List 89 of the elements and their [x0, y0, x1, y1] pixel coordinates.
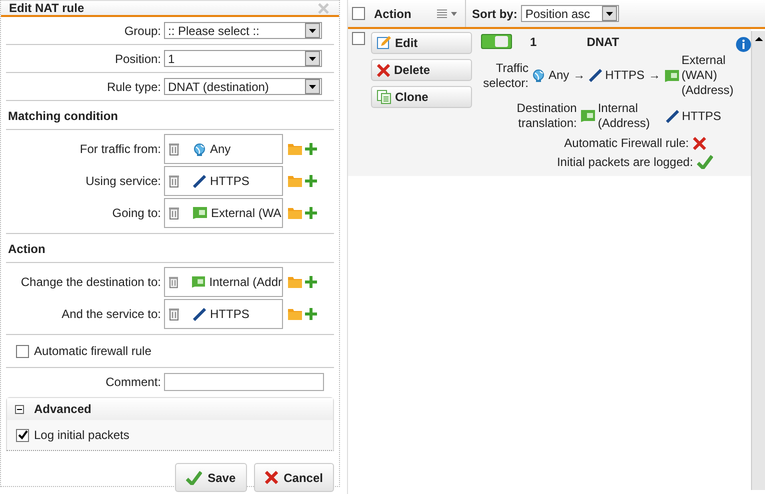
- flag-label: Automatic Firewall rule:: [564, 136, 689, 150]
- save-button[interactable]: Save: [174, 463, 247, 492]
- rule-type: DNAT: [586, 34, 620, 48]
- checkbox[interactable]: [352, 32, 365, 45]
- field-label: Comment:: [104, 374, 161, 388]
- plug-icon: [193, 308, 206, 320]
- object-field[interactable]: HTTPS: [164, 299, 283, 329]
- list-menu-icon[interactable]: [437, 9, 459, 18]
- object-field[interactable]: Internal (Addr: [164, 267, 283, 297]
- cross-icon: [377, 64, 390, 76]
- field-label: And the service to:: [60, 307, 161, 321]
- trash-icon: [169, 276, 178, 288]
- caret-icon[interactable]: [305, 23, 320, 38]
- flag-icon: [192, 276, 206, 288]
- section-heading: Matching condition: [6, 101, 334, 130]
- object-name: Internal (Address): [598, 101, 651, 131]
- checkbox-label: Automatic firewall rule: [34, 344, 152, 358]
- plus-icon[interactable]: [305, 143, 317, 155]
- plus-icon[interactable]: [305, 207, 317, 219]
- plus-icon[interactable]: [305, 276, 317, 288]
- flag-icon: [193, 207, 207, 219]
- toggle-switch[interactable]: [481, 34, 512, 49]
- info-icon[interactable]: [736, 37, 751, 52]
- scrollbar[interactable]: [751, 31, 765, 490]
- select-field[interactable]: :: Please select ::: [164, 22, 322, 39]
- object-field[interactable]: Any: [164, 134, 283, 164]
- column-header: Action: [374, 6, 412, 20]
- field-label: Rule type:: [106, 80, 161, 94]
- delete-button[interactable]: Delete: [371, 59, 472, 81]
- copy-icon: [377, 90, 391, 104]
- flag-icon: [580, 110, 595, 122]
- field-label: Going to:: [111, 206, 161, 220]
- trash-icon: [169, 174, 179, 188]
- checkbox[interactable]: [16, 428, 29, 442]
- plug-icon: [589, 69, 602, 82]
- folder-icon[interactable]: [288, 143, 302, 155]
- checkbox[interactable]: [16, 344, 29, 358]
- globe-icon: [193, 142, 206, 156]
- caret-icon[interactable]: [305, 51, 320, 66]
- trash-icon: [169, 308, 179, 320]
- cross-icon: [264, 471, 278, 484]
- plug-icon: [193, 174, 206, 188]
- select-field[interactable]: 1: [164, 50, 322, 67]
- scroll-up-icon[interactable]: [752, 35, 764, 43]
- flag-icon: [664, 70, 679, 82]
- caret-icon[interactable]: [602, 6, 618, 21]
- folder-icon[interactable]: [288, 276, 302, 288]
- field-label: Change the destination to:: [20, 275, 161, 289]
- field-label: Using service:: [84, 174, 161, 188]
- folder-icon[interactable]: [288, 207, 302, 219]
- checkbox-label: Log initial packets: [34, 428, 130, 442]
- traffic-selector-label: Traffic selector:: [482, 60, 528, 90]
- sort-select[interactable]: Position asc: [521, 5, 620, 22]
- rule-position: 1: [530, 34, 537, 48]
- trash-icon: [169, 142, 179, 156]
- flag-label: Initial packets are logged:: [556, 155, 694, 169]
- plug-icon: [666, 110, 679, 122]
- checkbox[interactable]: [352, 7, 365, 20]
- dialog-title: Edit NAT rule: [9, 1, 84, 15]
- arrow-text: →: [648, 68, 661, 83]
- translation-label: Destination translation:: [516, 101, 577, 131]
- collapse-icon[interactable]: [15, 404, 24, 414]
- trash-icon: [169, 206, 179, 220]
- edit-button[interactable]: Edit: [371, 32, 472, 54]
- plus-icon[interactable]: [305, 308, 317, 320]
- select-field[interactable]: DNAT (destination): [164, 78, 322, 95]
- object-name: External (WAN) (Address): [682, 53, 735, 98]
- object-name: HTTPS: [682, 108, 722, 124]
- field-label: Position:: [114, 52, 161, 66]
- section-heading: Action: [6, 234, 334, 263]
- sort-label: Sort by:: [472, 6, 518, 20]
- clone-button[interactable]: Clone: [371, 86, 472, 108]
- object-field[interactable]: HTTPS: [164, 166, 283, 196]
- check-icon: [186, 470, 202, 484]
- object-name: HTTPS: [605, 68, 645, 83]
- object-field[interactable]: External (WA: [164, 198, 283, 228]
- field-label: For traffic from:: [78, 142, 161, 156]
- object-name: Any: [548, 68, 570, 83]
- panel-heading: Advanced: [34, 402, 92, 416]
- field-label: Group:: [123, 24, 161, 38]
- folder-icon[interactable]: [288, 175, 302, 187]
- comment-field[interactable]: [164, 372, 324, 390]
- folder-icon[interactable]: [288, 308, 302, 320]
- cancel-button[interactable]: Cancel: [254, 463, 334, 492]
- plus-icon[interactable]: [305, 175, 317, 187]
- caret-icon[interactable]: [305, 79, 320, 94]
- globe-icon: [532, 69, 546, 82]
- pencil-icon: [377, 36, 391, 50]
- arrow-text: →: [573, 68, 586, 83]
